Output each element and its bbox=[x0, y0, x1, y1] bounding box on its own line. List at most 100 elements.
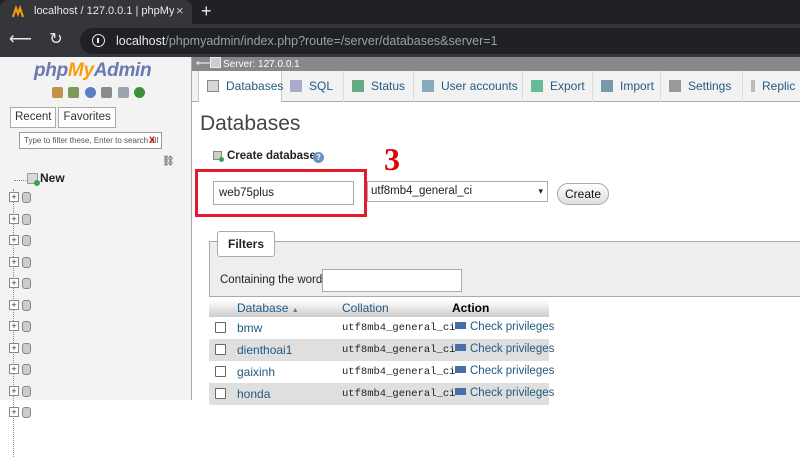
export-icon bbox=[531, 80, 543, 92]
home-icon[interactable] bbox=[52, 87, 63, 98]
tab-export[interactable]: Export bbox=[523, 71, 593, 102]
collapse-arrow-icon[interactable]: ⟵ bbox=[196, 57, 210, 71]
sidebar-filter-input[interactable]: Type to filter these, Enter to search al… bbox=[19, 132, 162, 149]
tree-new-label: New bbox=[40, 171, 65, 185]
header-database[interactable]: Database ▲ bbox=[237, 300, 299, 317]
reload-navigation-icon[interactable] bbox=[134, 87, 146, 98]
expand-plus-icon[interactable]: + bbox=[9, 235, 19, 245]
url-text[interactable]: localhost/phpmyadmin/index.php?route=/se… bbox=[116, 34, 498, 48]
status-icon bbox=[352, 80, 364, 92]
reload-icon[interactable]: ↻ bbox=[45, 29, 67, 51]
address-bar[interactable]: localhost/phpmyadmin/index.php?route=/se… bbox=[80, 28, 800, 54]
database-icon bbox=[22, 342, 31, 354]
sidebar-tabs: Recent Favorites bbox=[10, 107, 118, 128]
database-link[interactable]: dienthoai1 bbox=[237, 343, 292, 357]
new-database-icon bbox=[27, 173, 40, 186]
replication-icon bbox=[751, 80, 755, 92]
expand-plus-icon[interactable]: + bbox=[9, 192, 19, 202]
database-icon bbox=[22, 213, 31, 225]
row-checkbox[interactable] bbox=[215, 388, 226, 399]
containing-word-input[interactable] bbox=[322, 269, 462, 292]
check-privileges-link[interactable]: Check privileges bbox=[455, 365, 554, 377]
clear-filter-icon[interactable]: X bbox=[149, 133, 155, 148]
sort-asc-icon: ▲ bbox=[291, 307, 299, 314]
server-breadcrumb[interactable]: Server: 127.0.0.1 bbox=[210, 57, 300, 72]
database-link[interactable]: honda bbox=[237, 387, 270, 401]
tab-import[interactable]: Import bbox=[593, 71, 661, 102]
sql-icon bbox=[290, 80, 302, 92]
expand-plus-icon[interactable]: + bbox=[9, 213, 19, 224]
browser-tab[interactable]: localhost / 127.0.0.1 | phpMyAdmin × bbox=[0, 0, 192, 24]
tab-replication[interactable]: Replic bbox=[743, 71, 800, 102]
database-name-input[interactable] bbox=[213, 181, 354, 205]
phpmyadmin-logo[interactable]: phpMyAdmin bbox=[34, 60, 152, 82]
collation-cell: utf8mb4_general_ci bbox=[342, 344, 456, 356]
step-annotation-number: 3 bbox=[384, 141, 400, 177]
navigation-sidebar: phpMyAdmin Recent Favorites Type to filte… bbox=[0, 57, 191, 457]
chevron-down-icon: ▾ bbox=[538, 186, 543, 196]
database-icon bbox=[207, 80, 219, 92]
collation-select[interactable]: utf8mb4_general_ci ▾ bbox=[367, 181, 548, 202]
new-tab-button[interactable]: + bbox=[201, 1, 212, 22]
tab-status[interactable]: Status bbox=[344, 71, 414, 102]
logout-icon[interactable] bbox=[68, 87, 80, 98]
tab-sql[interactable]: SQL bbox=[282, 71, 344, 102]
expand-plus-icon[interactable]: + bbox=[9, 299, 19, 310]
link-chain-icon[interactable]: ⛓ bbox=[162, 156, 175, 167]
back-arrow-icon[interactable]: ⟵ bbox=[9, 29, 32, 51]
collation-selected-value: utf8mb4_general_ci bbox=[371, 185, 473, 197]
browser-titlebar: localhost / 127.0.0.1 | phpMyAdmin × + bbox=[0, 0, 800, 24]
check-privileges-link[interactable]: Check privileges bbox=[455, 387, 554, 399]
wrench-icon bbox=[669, 80, 681, 92]
database-icon bbox=[22, 278, 31, 289]
row-checkbox[interactable] bbox=[215, 366, 226, 377]
row-checkbox[interactable] bbox=[215, 322, 226, 333]
database-link[interactable]: gaixinh bbox=[237, 365, 275, 379]
expand-plus-icon[interactable]: + bbox=[9, 364, 19, 374]
create-button[interactable]: Create bbox=[557, 183, 609, 205]
collation-cell: utf8mb4_general_ci bbox=[342, 388, 456, 400]
containing-word-label: Containing the word: bbox=[220, 274, 326, 286]
expand-plus-icon[interactable]: + bbox=[9, 342, 19, 353]
filters-fieldset bbox=[209, 241, 800, 297]
tab-settings[interactable]: Settings bbox=[661, 71, 743, 102]
help-icon[interactable] bbox=[84, 87, 96, 98]
favorites-tab[interactable]: Favorites bbox=[58, 107, 116, 128]
collation-cell: utf8mb4_general_ci bbox=[342, 366, 456, 378]
expand-plus-icon[interactable]: + bbox=[9, 321, 19, 331]
database-icon bbox=[22, 385, 31, 397]
check-privileges-link[interactable]: Check privileges bbox=[455, 343, 554, 355]
help-icon[interactable]: ? bbox=[313, 152, 324, 163]
database-icon bbox=[22, 192, 31, 203]
expand-plus-icon[interactable]: + bbox=[9, 278, 19, 288]
top-menu: Databases SQL Status User accounts Expor… bbox=[192, 71, 800, 102]
row-checkbox[interactable] bbox=[215, 344, 226, 355]
tab-title: localhost / 127.0.0.1 | phpMyAdmin bbox=[34, 5, 174, 17]
header-action: Action bbox=[452, 301, 490, 315]
main-panel: ⟵ Server: 127.0.0.1 Databases SQL Status… bbox=[192, 57, 800, 405]
create-database-heading: Create database bbox=[213, 150, 316, 162]
page-title: Databases bbox=[200, 112, 301, 135]
breadcrumb: ⟵ Server: 127.0.0.1 bbox=[192, 57, 800, 71]
site-info-icon[interactable] bbox=[92, 34, 105, 47]
expand-plus-icon[interactable]: + bbox=[9, 256, 19, 267]
check-privileges-link[interactable]: Check privileges bbox=[455, 321, 554, 333]
expand-plus-icon[interactable]: + bbox=[9, 407, 19, 417]
import-icon bbox=[601, 80, 613, 92]
recent-tab[interactable]: Recent bbox=[10, 107, 57, 128]
gear-icon[interactable] bbox=[117, 87, 129, 98]
address-bar-row: ⟵ ↻ localhost/phpmyadmin/index.php?route… bbox=[0, 24, 800, 57]
database-link[interactable]: bmw bbox=[237, 321, 262, 335]
sidebar-toolbar bbox=[52, 87, 146, 101]
header-collation[interactable]: Collation bbox=[342, 300, 389, 317]
docs-icon[interactable] bbox=[101, 87, 113, 98]
table-row: dienthoai1 utf8mb4_general_ci Check privil… bbox=[209, 339, 554, 361]
table-row: bmw utf8mb4_general_ci Check privileges bbox=[209, 317, 554, 339]
tab-databases[interactable]: Databases bbox=[198, 71, 283, 102]
database-icon bbox=[22, 235, 31, 246]
tab-user-accounts[interactable]: User accounts bbox=[414, 71, 523, 102]
close-tab-icon[interactable]: × bbox=[176, 3, 184, 18]
filters-legend: Filters bbox=[217, 231, 276, 257]
expand-plus-icon[interactable]: + bbox=[9, 385, 19, 396]
collation-cell: utf8mb4_general_ci bbox=[342, 322, 456, 334]
